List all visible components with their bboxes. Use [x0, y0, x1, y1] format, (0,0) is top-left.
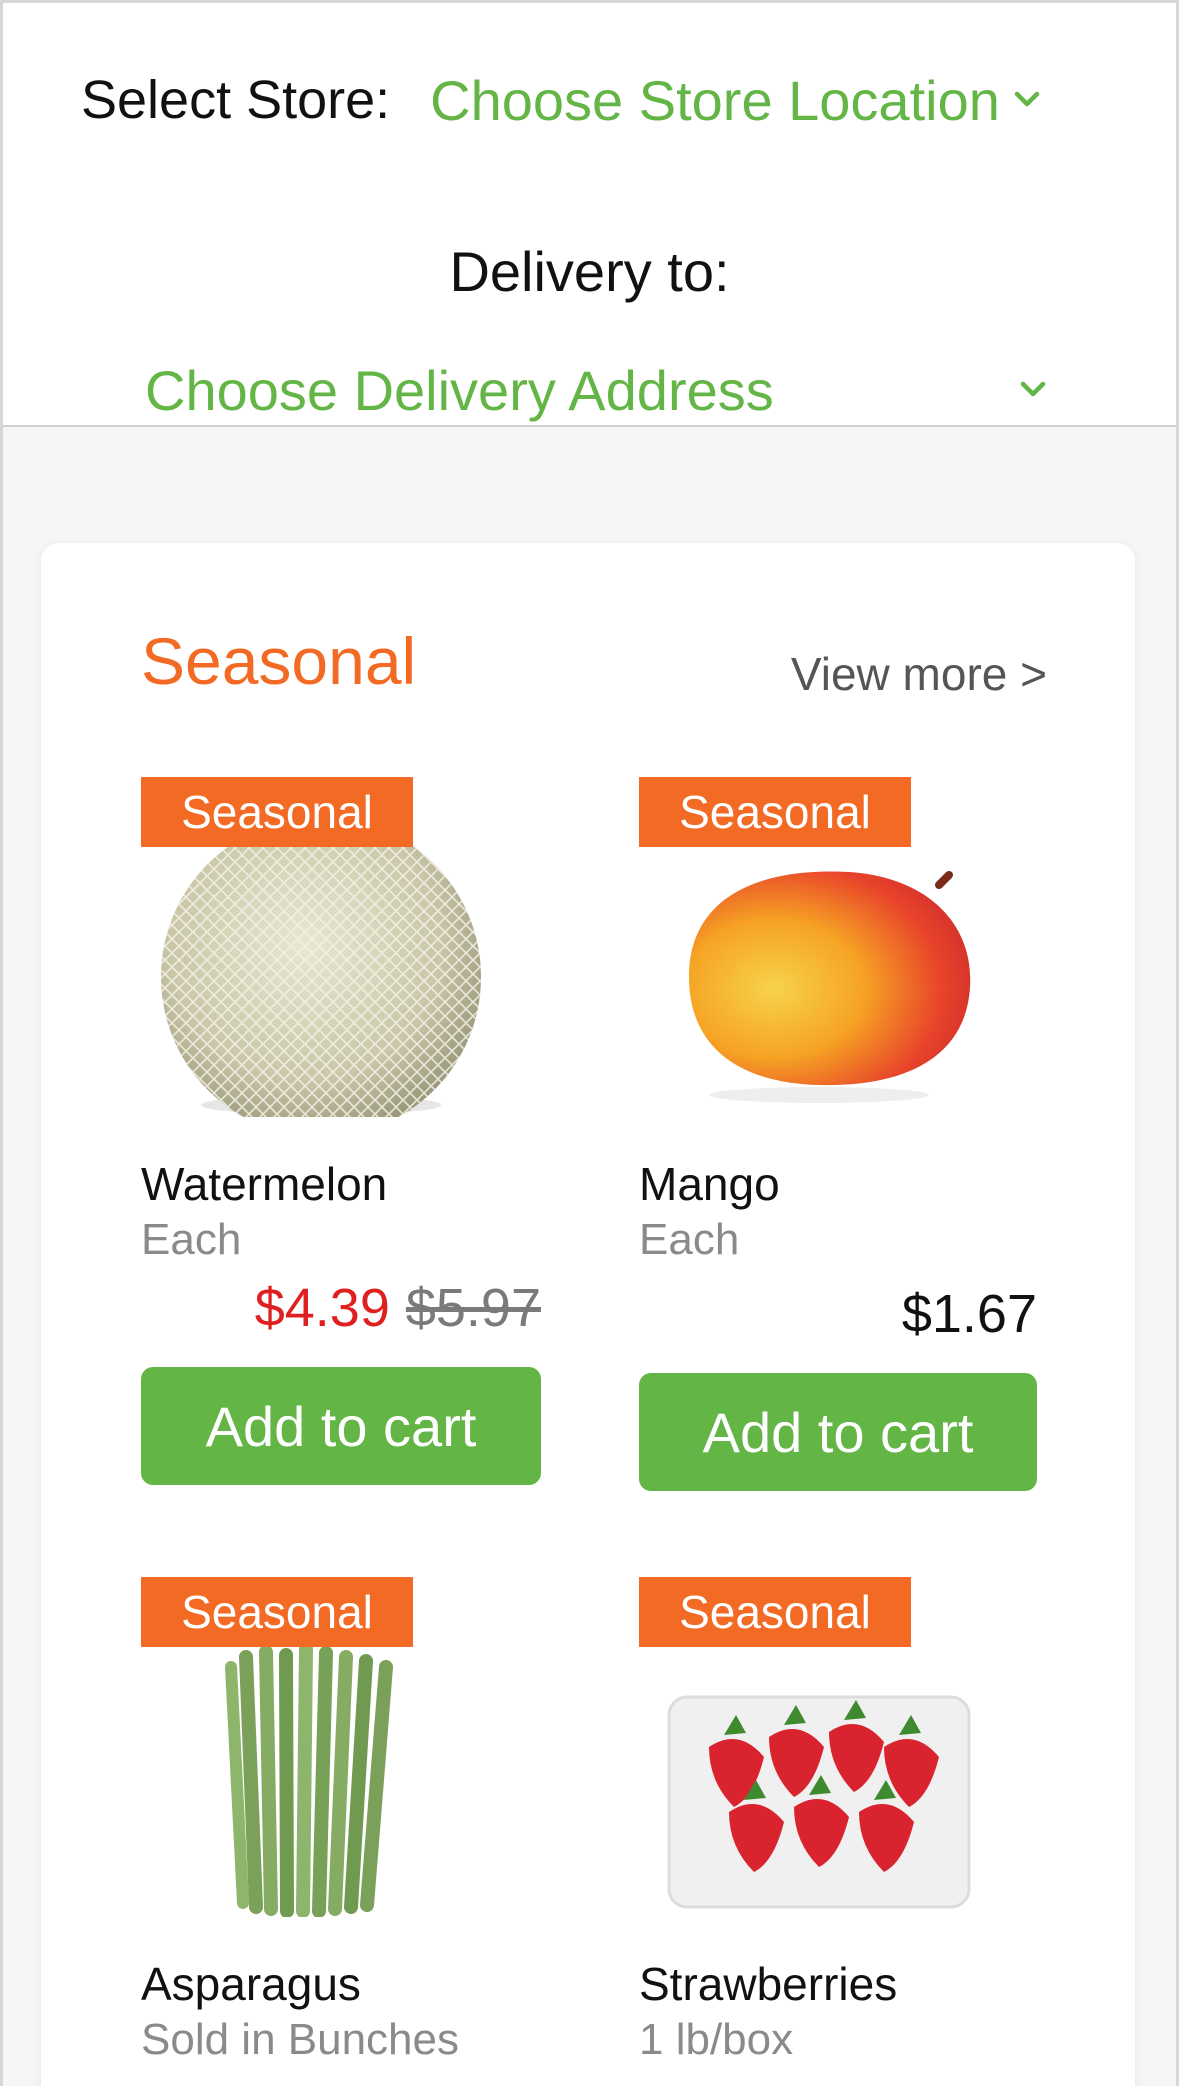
original-price: $5.97: [405, 1278, 541, 1338]
product-card-watermelon[interactable]: Seasonal Watermelon Each $4.39 $5.97 Add…: [141, 777, 561, 1537]
screen: Select Store: Choose Store Location Deli…: [0, 0, 1179, 2086]
mango-image[interactable]: [649, 827, 979, 1117]
seasonal-section-card: Seasonal View more > Seasonal Watermelon…: [41, 543, 1135, 2086]
sale-price: $4.39: [254, 1278, 390, 1338]
delivery-address-dropdown[interactable]: Choose Delivery Address: [145, 355, 1046, 425]
price: $1.67: [901, 1284, 1037, 1344]
product-unit: Each: [141, 1215, 242, 1264]
product-name: Mango: [639, 1158, 780, 1210]
store-location-dropdown[interactable]: Choose Store Location: [430, 68, 1040, 133]
price-row: $1.67: [902, 1283, 1037, 1345]
product-card-strawberries[interactable]: Seasonal Strawberries 1 lb/box: [639, 1577, 1059, 2086]
add-to-cart-button[interactable]: Add to cart: [141, 1367, 541, 1485]
delivery-to-label: Delivery to:: [449, 240, 730, 303]
product-card-asparagus[interactable]: Seasonal Asparagus Sold in Bunches: [141, 1577, 561, 2086]
add-to-cart-button[interactable]: Add to cart: [639, 1373, 1037, 1491]
product-unit: Sold in Bunches: [141, 2015, 459, 2064]
section-title: Seasonal: [141, 624, 417, 698]
seasonal-badge: Seasonal: [639, 1577, 911, 1647]
select-store-label: Select Store:: [81, 70, 391, 130]
product-unit: 1 lb/box: [639, 2015, 794, 2064]
seasonal-badge: Seasonal: [141, 1577, 413, 1647]
chevron-down-icon: [1014, 91, 1040, 109]
strawberries-image[interactable]: [649, 1627, 979, 1917]
location-header: Select Store: Choose Store Location Deli…: [3, 3, 1176, 427]
product-name: Watermelon: [141, 1158, 388, 1210]
store-location-value: Choose Store Location: [430, 68, 1000, 132]
price-row: $4.39 $5.97: [255, 1277, 541, 1339]
product-unit: Each: [639, 1215, 740, 1264]
seasonal-badge: Seasonal: [141, 777, 413, 847]
product-name: Asparagus: [141, 1958, 361, 2010]
seasonal-badge: Seasonal: [639, 777, 911, 847]
view-more-link[interactable]: View more >: [791, 647, 1047, 701]
asparagus-image[interactable]: [151, 1627, 481, 1918]
delivery-address-value: Choose Delivery Address: [145, 358, 774, 422]
product-name: Strawberries: [639, 1958, 898, 2010]
cantaloupe-image[interactable]: [151, 817, 481, 1137]
store-row: Select Store: Choose Store Location: [81, 65, 1040, 135]
product-card-mango[interactable]: Seasonal Mango Each $1.67 Add to cart: [639, 777, 1059, 1537]
chevron-down-icon: [1020, 381, 1046, 399]
